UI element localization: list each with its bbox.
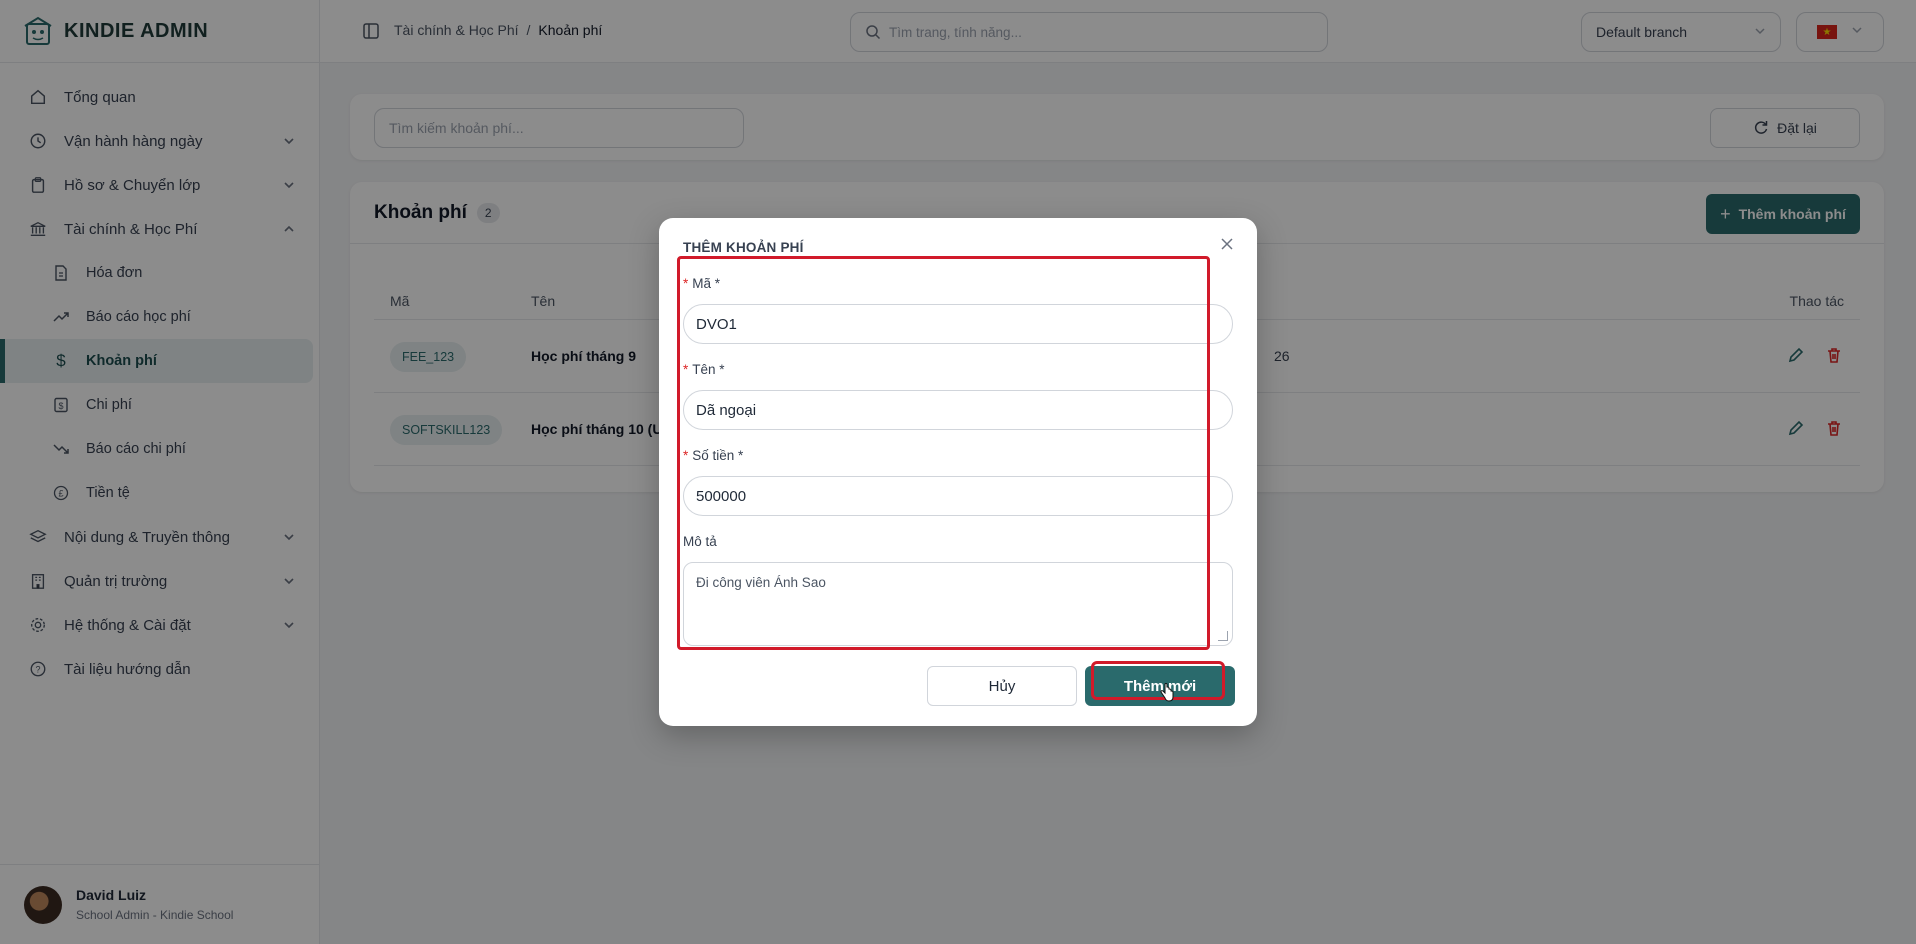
add-fee-modal: THÊM KHOẢN PHÍ * Mã * DVO1 * Tên * Dã ngoạ… [659,218,1257,726]
resize-handle-icon[interactable] [1218,631,1228,641]
submit-highlight-box [1091,661,1225,700]
hand-cursor-icon [1159,683,1175,703]
close-icon[interactable] [1217,234,1237,254]
fields-highlight-box [677,256,1210,650]
modal-title: THÊM KHOẢN PHÍ [683,240,804,255]
cancel-label: Hủy [988,677,1016,695]
cancel-button[interactable]: Hủy [927,666,1077,706]
